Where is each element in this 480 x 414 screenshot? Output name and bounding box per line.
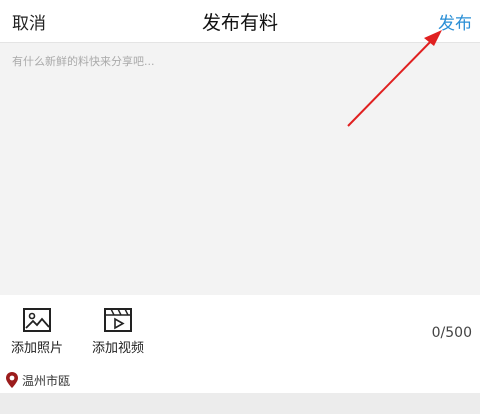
cancel-button[interactable]: 取消: [12, 9, 46, 34]
video-icon: [104, 308, 132, 332]
add-photo-label: 添加照片: [10, 341, 63, 356]
post-editor: [0, 43, 480, 295]
add-photo-button[interactable]: 添加照片: [1, 307, 73, 356]
bottom-divider-bar: [0, 393, 480, 414]
location-bar[interactable]: 温州市瓯: [0, 365, 480, 393]
add-video-label: 添加视频: [91, 341, 144, 356]
post-content-input[interactable]: [0, 43, 480, 295]
media-toolbar: 添加照片 添加视频 0/500: [0, 295, 480, 365]
location-text[interactable]: 温州市瓯: [22, 372, 70, 389]
photo-icon: [23, 308, 51, 332]
location-pin-icon: [6, 372, 18, 388]
top-nav-bar: 取消 发布有料 发布: [0, 0, 480, 43]
add-video-button[interactable]: 添加视频: [82, 307, 154, 356]
publish-button[interactable]: 发布: [438, 9, 472, 34]
char-counter: 0/500: [431, 325, 472, 341]
page-title: 发布有料: [201, 12, 278, 34]
